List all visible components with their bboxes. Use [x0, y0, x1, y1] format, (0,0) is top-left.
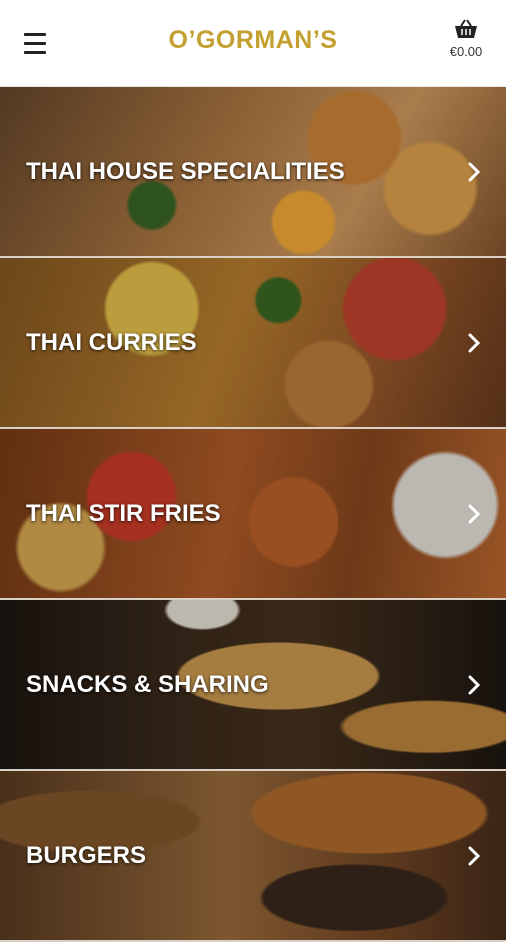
category-list: THAI HOUSE SPECIALITIES THAI CURRIES THA… — [0, 87, 506, 942]
brand-title: O’GORMAN’S — [168, 26, 338, 54]
chevron-right-icon — [468, 333, 481, 352]
shopping-basket-icon — [455, 19, 477, 38]
category-label: THAI CURRIES — [26, 328, 197, 356]
chevron-right-icon — [468, 504, 481, 523]
cart-button[interactable]: €0.00 — [442, 18, 490, 59]
category-label: SNACKS & SHARING — [26, 670, 269, 698]
category-thai-house-specialities[interactable]: THAI HOUSE SPECIALITIES — [0, 87, 506, 258]
category-thai-stir-fries[interactable]: THAI STIR FRIES — [0, 429, 506, 600]
category-burgers[interactable]: BURGERS — [0, 771, 506, 942]
category-thai-curries[interactable]: THAI CURRIES — [0, 258, 506, 429]
cart-total: €0.00 — [449, 44, 483, 59]
category-label: THAI STIR FRIES — [26, 499, 221, 527]
chevron-right-icon — [468, 162, 481, 181]
top-app-bar: O’GORMAN’S €0.00 — [0, 0, 506, 87]
category-label: THAI HOUSE SPECIALITIES — [26, 157, 345, 185]
chevron-right-icon — [468, 846, 481, 865]
chevron-right-icon — [468, 675, 481, 694]
category-snacks-sharing[interactable]: SNACKS & SHARING — [0, 600, 506, 771]
category-label: BURGERS — [26, 841, 147, 869]
